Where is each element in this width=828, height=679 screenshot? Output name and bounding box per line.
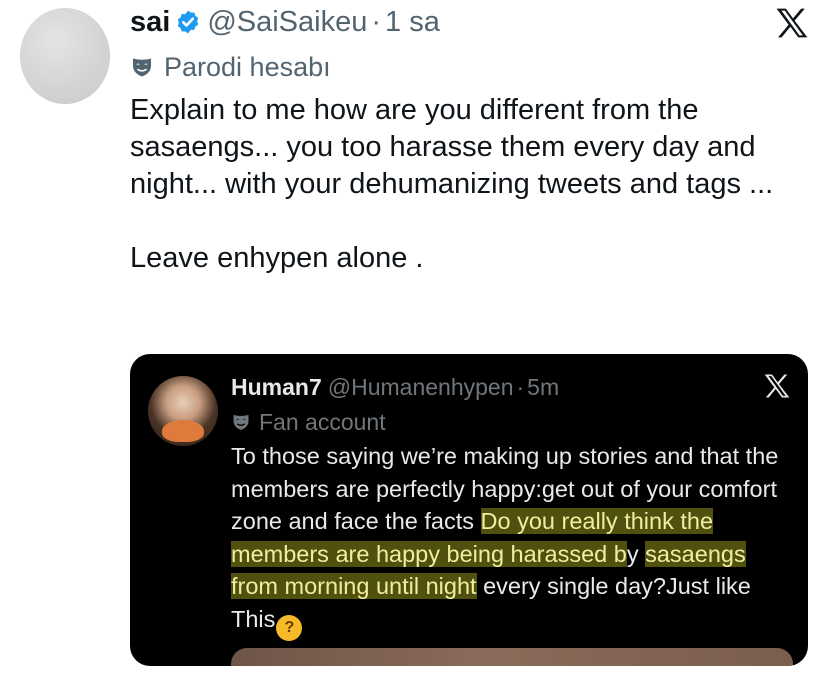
mask-icon	[130, 55, 154, 79]
thinking-face-icon: ?	[276, 614, 303, 641]
quoted-tweet-card[interactable]: Human7 @Humanenhypen · 5m Fan account To…	[130, 354, 808, 666]
quoted-account-label-text: Fan account	[259, 409, 386, 435]
tweet-time[interactable]: 1 sa	[385, 4, 440, 40]
mask-icon	[231, 412, 251, 432]
tweet-text: Explain to me how are you different from…	[130, 92, 820, 277]
x-logo-icon	[764, 374, 790, 398]
quoted-separator-dot: ·	[516, 374, 525, 400]
quoted-author-avatar[interactable]	[148, 376, 218, 446]
account-label-text: Parodi hesabı	[164, 52, 331, 82]
quoted-tweet-header: Human7 @Humanenhypen · 5m	[231, 372, 559, 402]
quoted-author-name[interactable]: Human7	[231, 372, 322, 402]
author-name[interactable]: sai	[130, 4, 170, 40]
quoted-tweet-time[interactable]: 5m	[527, 372, 559, 402]
x-logo-icon	[776, 8, 808, 38]
quoted-tweet-text: To those saying we’re making up stories …	[231, 440, 791, 641]
quoted-account-label: Fan account	[231, 407, 386, 437]
quoted-author-handle[interactable]: @Humanenhypen	[328, 372, 514, 402]
quoted-media-preview[interactable]	[231, 648, 793, 666]
author-avatar[interactable]	[20, 8, 110, 104]
verified-badge-icon	[175, 9, 201, 35]
tweet-text-paragraph-2: Leave enhypen alone .	[130, 242, 424, 274]
quoted-text-mid: y	[626, 540, 646, 567]
account-label: Parodi hesabı	[130, 50, 331, 84]
author-handle[interactable]: @SaiSaikeu	[207, 4, 367, 40]
separator-dot: ·	[371, 6, 382, 38]
tweet-header: sai @SaiSaikeu · 1 sa	[130, 4, 440, 40]
tweet-text-paragraph-1: Explain to me how are you different from…	[130, 94, 774, 200]
